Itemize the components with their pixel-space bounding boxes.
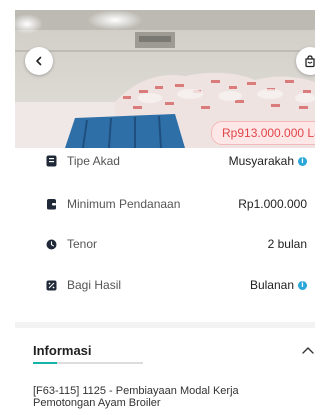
detail-value-text: Musyarakah — [228, 154, 294, 168]
information-title[interactable]: Informasi — [33, 343, 92, 358]
detail-row-minimum: Minimum Pendanaan Rp1.000.000 — [45, 194, 307, 214]
clock-icon — [45, 238, 57, 250]
detail-value: Bulanan i — [250, 278, 307, 292]
section-divider — [15, 322, 315, 328]
info-icon[interactable]: i — [298, 156, 307, 166]
detail-value-text: Bulanan — [249, 278, 294, 292]
information-description: [F63-115] 1125 - Pembiayaan Modal Kerja … — [33, 385, 303, 409]
contract-icon — [45, 155, 57, 167]
detail-label: Tipe Akad — [67, 154, 120, 168]
detail-row-akad: Tipe Akad Musyarakah i — [45, 151, 307, 171]
profit-share-icon — [45, 279, 57, 291]
chevron-left-icon — [36, 56, 42, 66]
detail-value: Musyarakah i — [229, 154, 307, 168]
detail-row-tenor: Tenor 2 bulan — [45, 234, 307, 254]
detail-row-bagi-hasil: Bagi Hasil Bulanan i — [45, 275, 307, 295]
detail-value-text: 2 bulan — [267, 237, 307, 251]
info-icon[interactable]: i — [298, 280, 307, 290]
detail-label: Bagi Hasil — [67, 278, 122, 292]
detail-value-text: Rp1.000.000 — [238, 197, 307, 211]
remaining-amount-badge: Rp913.000.000 Lagi — [211, 121, 315, 145]
wallet-icon — [45, 198, 57, 210]
hero-photo: Rp913.000.000 Lagi — [15, 10, 315, 148]
detail-label: Tenor — [67, 237, 98, 251]
bag-icon — [305, 55, 315, 68]
detail-value: Rp1.000.000 — [238, 197, 307, 211]
information-line: [F63-115] 1125 - Pembiayaan Modal Kerja — [33, 385, 239, 397]
back-button[interactable] — [25, 47, 53, 75]
detail-label: Minimum Pendanaan — [67, 197, 181, 211]
detail-value: 2 bulan — [268, 237, 307, 251]
information-underline — [33, 362, 143, 364]
information-line: Pemotongan Ayam Broiler — [33, 397, 161, 409]
chevron-up-icon[interactable] — [301, 345, 315, 355]
